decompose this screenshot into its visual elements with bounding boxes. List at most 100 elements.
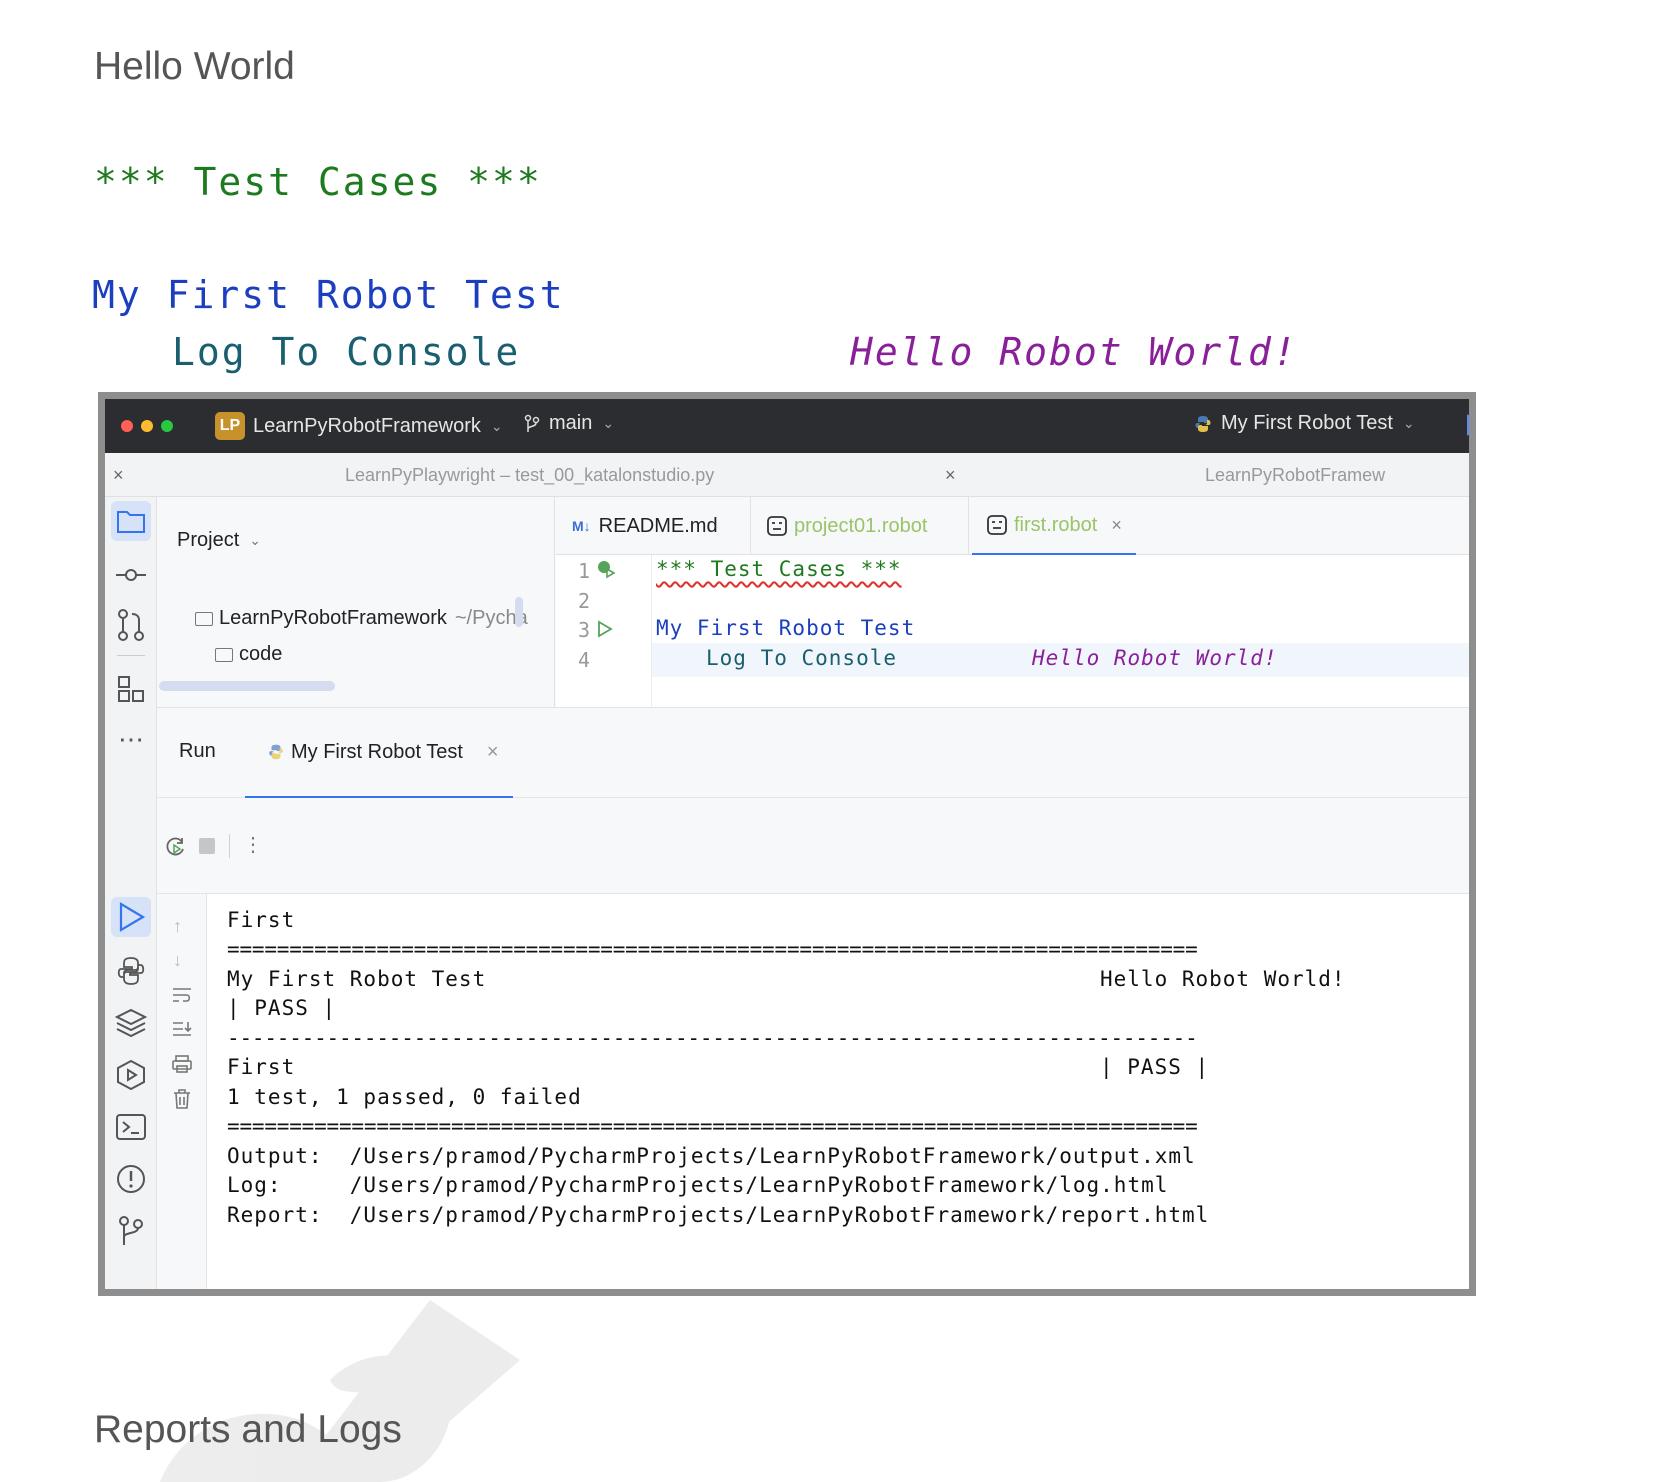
tree-item-root[interactable]: LearnPyRobotFramework ~/Pycha bbox=[195, 607, 528, 630]
print-icon[interactable] bbox=[171, 1054, 193, 1074]
close-window-dot[interactable] bbox=[121, 420, 133, 432]
structure-icon[interactable] bbox=[111, 669, 151, 709]
run-tab-label: My First Robot Test bbox=[291, 740, 463, 763]
branch-switcher[interactable]: main ⌄ bbox=[523, 412, 614, 435]
minimize-window-dot[interactable] bbox=[141, 420, 153, 432]
console-line: | PASS | bbox=[227, 996, 337, 1020]
window-tab-playwright[interactable]: LearnPyPlaywright – test_00_katalonstudi… bbox=[345, 465, 714, 486]
window-tab-robotframework[interactable]: LearnPyRobotFramew bbox=[1205, 465, 1385, 486]
run-config-name: My First Robot Test bbox=[1221, 412, 1393, 434]
chevron-down-icon: ⌄ bbox=[602, 415, 615, 431]
vertical-scrollbar[interactable] bbox=[515, 597, 523, 627]
console-line: 1 test, 1 passed, 0 failed bbox=[227, 1085, 582, 1109]
run-panel-title: Run bbox=[179, 740, 216, 762]
package-folder-icon bbox=[215, 647, 233, 662]
doc-heading-reports-and-logs: Reports and Logs bbox=[94, 1408, 402, 1451]
editor-line-4-keyword[interactable]: Log To Console bbox=[706, 646, 897, 670]
project-badge: LP bbox=[215, 412, 245, 440]
doc-code-argument: Hello Robot World! bbox=[850, 330, 1298, 374]
git-branch-icon bbox=[524, 414, 540, 432]
editor-tab-readme-label: README.md bbox=[598, 514, 718, 537]
more-tools-icon[interactable]: ⋯ bbox=[111, 719, 151, 759]
run-config-selector[interactable]: My First Robot Test ⌄ bbox=[1193, 412, 1415, 435]
scroll-to-end-icon[interactable] bbox=[171, 1020, 193, 1038]
editor-line-3[interactable]: My First Robot Test bbox=[656, 616, 915, 640]
tool-window-bar: ⋯ bbox=[105, 497, 157, 1289]
project-pane-title: Project bbox=[177, 529, 240, 551]
doc-code-keyword: Log To Console bbox=[172, 330, 521, 374]
line-number: 4 bbox=[578, 648, 591, 672]
arrow-down-icon[interactable]: ↓ bbox=[173, 950, 182, 971]
stop-icon[interactable] bbox=[199, 838, 215, 854]
console-line: | PASS | bbox=[1100, 1055, 1210, 1079]
run-gutter-icon[interactable] bbox=[596, 619, 614, 639]
window-tab-strip: × LearnPyPlaywright – test_00_katalonstu… bbox=[105, 453, 1469, 497]
trash-icon[interactable] bbox=[172, 1088, 192, 1110]
console-line: ========================================… bbox=[227, 1114, 1198, 1138]
line-number: 2 bbox=[578, 589, 591, 613]
console-line: Output: /Users/pramod/PycharmProjects/Le… bbox=[227, 1144, 1196, 1168]
run-icon[interactable] bbox=[1465, 413, 1476, 437]
horizontal-scrollbar[interactable] bbox=[237, 1294, 1476, 1296]
rerun-icon[interactable] bbox=[165, 836, 187, 858]
git-icon[interactable] bbox=[111, 1211, 151, 1251]
editor-tab-project01[interactable]: project01.robot bbox=[766, 497, 927, 555]
project-folder-icon[interactable] bbox=[111, 501, 151, 541]
soft-wrap-icon[interactable] bbox=[171, 986, 193, 1004]
editor-line-4-argument[interactable]: Hello Robot World! bbox=[1032, 646, 1278, 670]
python-console-icon[interactable] bbox=[111, 951, 151, 991]
robot-file-icon bbox=[767, 516, 787, 536]
project-name: LearnPyRobotFramework bbox=[253, 414, 481, 437]
console-output[interactable]: First ==================================… bbox=[207, 894, 1476, 1296]
editor-tab-first-label: first.robot bbox=[1014, 513, 1098, 536]
editor-tab-first[interactable]: first.robot × bbox=[972, 497, 1136, 555]
console-line: My First Robot Test bbox=[227, 967, 487, 991]
chevron-down-icon: ⌄ bbox=[1402, 415, 1415, 431]
console-line: ----------------------------------------… bbox=[227, 1026, 1198, 1050]
current-line-highlight bbox=[556, 643, 1469, 677]
project-pane: Project ⌄ LearnPyRobotFramework ~/Pycha … bbox=[157, 497, 555, 707]
tree-item-code-name: code bbox=[239, 643, 283, 665]
services-icon[interactable] bbox=[111, 1055, 151, 1095]
zoom-window-dot[interactable] bbox=[161, 420, 173, 432]
arrow-up-icon[interactable]: ↑ bbox=[173, 916, 182, 937]
robot-file-icon bbox=[987, 515, 1007, 535]
editor-gutter: 1 2 3 4 bbox=[556, 555, 652, 707]
problems-icon[interactable] bbox=[111, 1159, 151, 1199]
python-icon bbox=[1195, 415, 1211, 432]
run-tool-window: Run My First Robot Test × ⋮ ↑ ↓ First ==… bbox=[157, 707, 1476, 1296]
project-switcher[interactable]: LP LearnPyRobotFramework ⌄ bbox=[215, 412, 503, 440]
run-tab-my-first-robot-test[interactable]: My First Robot Test × bbox=[245, 708, 513, 798]
commit-icon[interactable] bbox=[111, 555, 151, 595]
tree-item-code[interactable]: code bbox=[215, 643, 282, 666]
close-tab-icon[interactable]: × bbox=[113, 465, 124, 486]
close-tab-icon[interactable]: × bbox=[945, 465, 956, 486]
doc-code-test-name: My First Robot Test bbox=[92, 273, 565, 317]
console-line: Report: /Users/pramod/PycharmProjects/Le… bbox=[227, 1203, 1210, 1227]
run-tabs: Run My First Robot Test × bbox=[157, 708, 1469, 798]
editor-line-1[interactable]: *** Test Cases *** bbox=[656, 557, 902, 581]
terminal-icon[interactable] bbox=[111, 1107, 151, 1147]
pull-requests-icon[interactable] bbox=[111, 605, 151, 645]
console-sidebar: ↑ ↓ bbox=[157, 894, 207, 1289]
layers-icon[interactable] bbox=[111, 1003, 151, 1043]
tree-item-root-name: LearnPyRobotFramework bbox=[219, 607, 447, 629]
editor-tab-project01-label: project01.robot bbox=[794, 514, 928, 537]
run-passed-icon[interactable] bbox=[596, 559, 616, 579]
branch-name: main bbox=[549, 412, 593, 434]
line-number: 1 bbox=[578, 559, 591, 583]
close-tab-icon[interactable]: × bbox=[1111, 515, 1122, 536]
console-line: First bbox=[227, 908, 296, 932]
run-tool-icon[interactable] bbox=[111, 897, 151, 937]
doc-code-test-cases: *** Test Cases *** bbox=[94, 160, 542, 204]
more-options-icon[interactable]: ⋮ bbox=[243, 832, 263, 857]
markdown-icon: M↓ bbox=[572, 518, 591, 534]
close-tab-icon[interactable]: × bbox=[487, 741, 499, 764]
console-line: ========================================… bbox=[227, 937, 1198, 961]
chevron-down-icon: ⌄ bbox=[490, 417, 503, 434]
project-pane-header[interactable]: Project ⌄ bbox=[177, 529, 261, 552]
console-line: Log: /Users/pramod/PycharmProjects/Learn… bbox=[227, 1173, 1169, 1197]
editor-tab-readme[interactable]: M↓ README.md bbox=[572, 497, 718, 555]
horizontal-scrollbar[interactable] bbox=[159, 681, 335, 691]
line-number: 3 bbox=[578, 618, 591, 642]
